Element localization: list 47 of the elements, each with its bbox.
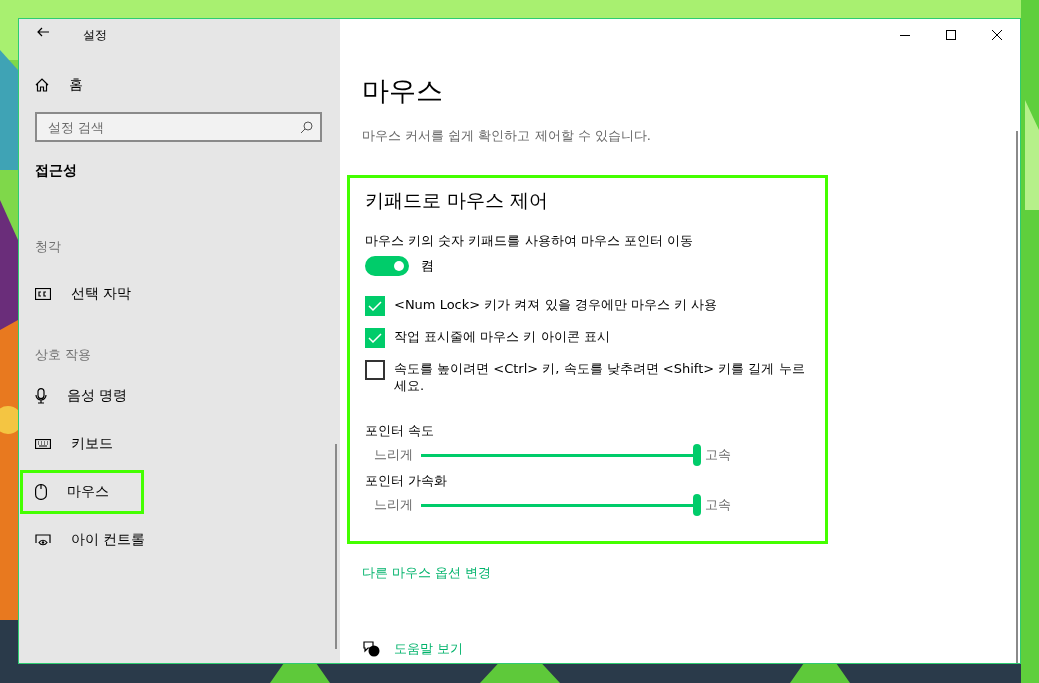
slider-label: 포인터 가속화 bbox=[365, 472, 449, 490]
checkbox-label: 작업 표시줄에 마우스 키 아이콘 표시 bbox=[394, 328, 611, 345]
sidebar-item[interactable]: 키보드 bbox=[35, 422, 295, 466]
checkmark-icon bbox=[368, 333, 382, 343]
back-arrow-icon bbox=[37, 27, 49, 37]
sidebar-item[interactable]: 선택 자막 bbox=[35, 272, 295, 316]
microphone-icon bbox=[35, 388, 47, 404]
home-item[interactable]: 홈 bbox=[35, 63, 295, 107]
mouse-icon bbox=[35, 484, 47, 500]
slider-min-label: 느리게 bbox=[374, 446, 413, 464]
close-icon bbox=[992, 30, 1002, 40]
window-title: 설정 bbox=[83, 26, 107, 44]
eye-control-icon bbox=[35, 534, 51, 546]
checkbox-label: <Num Lock> 키가 켜져 있을 경우에만 마우스 키 사용 bbox=[394, 296, 719, 313]
sidebar-item[interactable]: 마우스 bbox=[20, 470, 144, 514]
home-icon bbox=[35, 78, 49, 92]
keyboard-icon bbox=[35, 439, 51, 449]
help-chat-icon bbox=[362, 641, 380, 657]
slider-min-label: 느리게 bbox=[374, 496, 413, 514]
slider-max-label: 고속 bbox=[705, 446, 731, 464]
toggle-switch[interactable] bbox=[365, 256, 409, 276]
group-heading: 청각 bbox=[35, 238, 62, 256]
sidebar-item[interactable]: 아이 컨트롤 bbox=[35, 518, 295, 562]
search-field[interactable]: 설정 검색 bbox=[35, 112, 322, 142]
sidebar-item[interactable]: 음성 명령 bbox=[35, 374, 295, 418]
slider-thumb[interactable] bbox=[693, 444, 701, 466]
slider-thumb[interactable] bbox=[693, 494, 701, 516]
scrollbar[interactable] bbox=[1016, 131, 1018, 663]
minimize-icon bbox=[900, 34, 910, 36]
checkbox[interactable] bbox=[365, 360, 385, 380]
section-title: 키패드로 마우스 제어 bbox=[365, 188, 550, 213]
checkbox[interactable] bbox=[365, 328, 385, 348]
group-heading: 상호 작용 bbox=[35, 346, 93, 364]
closed-caption-icon bbox=[35, 288, 51, 300]
page-description: 마우스 커서를 쉽게 확인하고 제어할 수 있습니다. bbox=[362, 127, 652, 145]
slider-label: 포인터 속도 bbox=[365, 422, 436, 440]
maximize-icon bbox=[946, 30, 956, 40]
checkbox[interactable] bbox=[365, 296, 385, 316]
scrollbar[interactable] bbox=[335, 444, 337, 649]
page-title: 마우스 bbox=[362, 74, 444, 108]
category-title: 접근성 bbox=[35, 162, 78, 180]
toggle-state: 켬 bbox=[421, 257, 434, 275]
search-icon bbox=[300, 121, 313, 134]
slider-max-label: 고속 bbox=[705, 496, 731, 514]
toggle-label: 마우스 키의 숫자 키패드를 사용하여 마우스 포인터 이동 bbox=[365, 232, 694, 250]
checkbox-label: 속도를 높이려면 <Ctrl> 키, 속도를 낮추려면 <Shift> 키를 길게 누르세요. bbox=[394, 360, 806, 394]
checkmark-icon bbox=[368, 301, 382, 311]
